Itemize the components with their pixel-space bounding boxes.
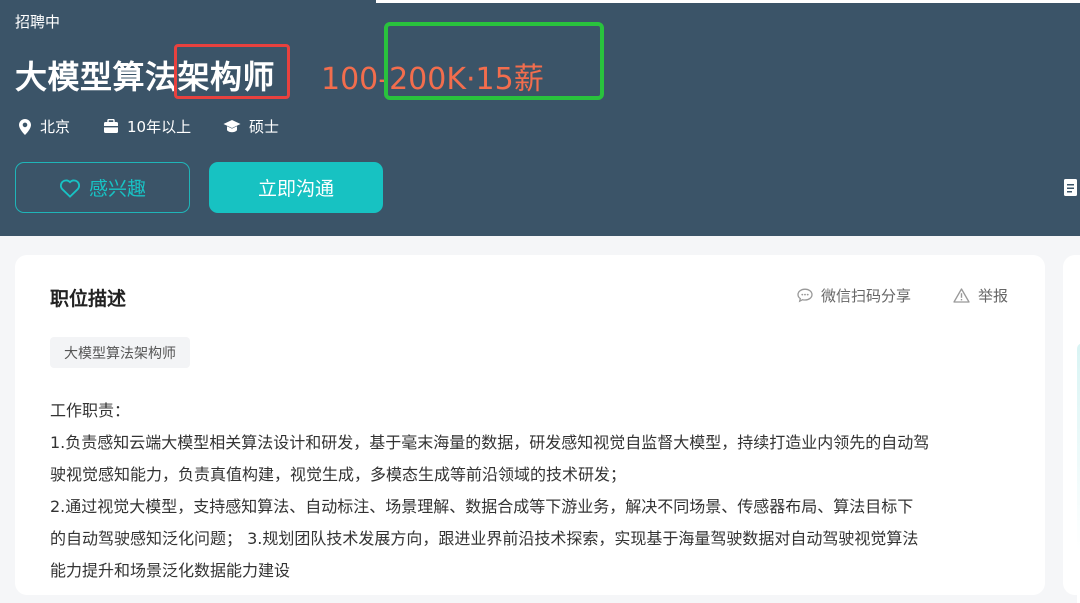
card-title: 职位描述: [50, 288, 127, 310]
description-line: 能力提升和场景泛化数据能力建设: [50, 561, 291, 580]
side-panel: [1063, 255, 1080, 603]
share-label: 微信扫码分享: [821, 287, 912, 305]
meta-education: 硕士: [223, 116, 279, 137]
top-strip: [376, 0, 1080, 3]
job-header: 招聘中 大模型算法架构师 100-200K·15薪 北京 10年以上 硕士 感兴…: [0, 0, 1080, 236]
warning-icon: [953, 288, 970, 303]
heart-icon: [59, 179, 81, 198]
meta-education-text: 硕士: [249, 118, 280, 136]
salary-annotation-box: [384, 22, 604, 100]
document-icon[interactable]: [1064, 179, 1077, 196]
report-label: 举报: [978, 287, 1009, 305]
description-line: 的自动驾驶感知泛化问题； 3.规划团队技术发展方向，跟进业界前沿技术探索，实现基…: [50, 529, 919, 548]
interest-button-label: 感兴趣: [88, 178, 146, 200]
title-annotation-box: [174, 44, 290, 99]
job-tag[interactable]: 大模型算法架构师: [50, 337, 190, 368]
job-status: 招聘中: [15, 13, 61, 31]
meta-location-text: 北京: [40, 118, 71, 136]
meta-location: 北京: [18, 116, 70, 137]
description-line: 1.负责感知云端大模型相关算法设计和研发，基于毫末海量的数据，研发感知视觉自监督…: [50, 433, 930, 452]
wechat-share-link[interactable]: 微信扫码分享: [797, 285, 911, 306]
interest-button[interactable]: 感兴趣: [15, 162, 190, 213]
chat-bubble-icon: [797, 288, 813, 303]
description-line: 工作职责：: [50, 401, 131, 420]
report-link[interactable]: 举报: [953, 285, 1008, 306]
meta-experience-text: 10年以上: [127, 118, 192, 136]
job-description-card: 职位描述 微信扫码分享 举报 大模型算法架构师 工作职责： 1.负责感知云端大模…: [15, 255, 1045, 595]
job-description: 工作职责： 1.负责感知云端大模型相关算法设计和研发，基于毫末海量的数据，研发感…: [50, 395, 1015, 587]
location-pin-icon: [19, 118, 31, 135]
briefcase-icon: [104, 119, 118, 133]
graduation-cap-icon: [223, 120, 241, 133]
description-line: 2.通过视觉大模型，支持感知算法、自动标注、场景理解、数据合成等下游业务，解决不…: [50, 497, 914, 516]
meta-experience: 10年以上: [103, 116, 191, 137]
description-line: 驶视觉感知能力，负责真值构建，视觉生成，多模态生成等前沿领域的技术研发；: [50, 465, 627, 484]
chat-button[interactable]: 立即沟通: [209, 162, 383, 213]
chat-button-label: 立即沟通: [257, 178, 334, 200]
